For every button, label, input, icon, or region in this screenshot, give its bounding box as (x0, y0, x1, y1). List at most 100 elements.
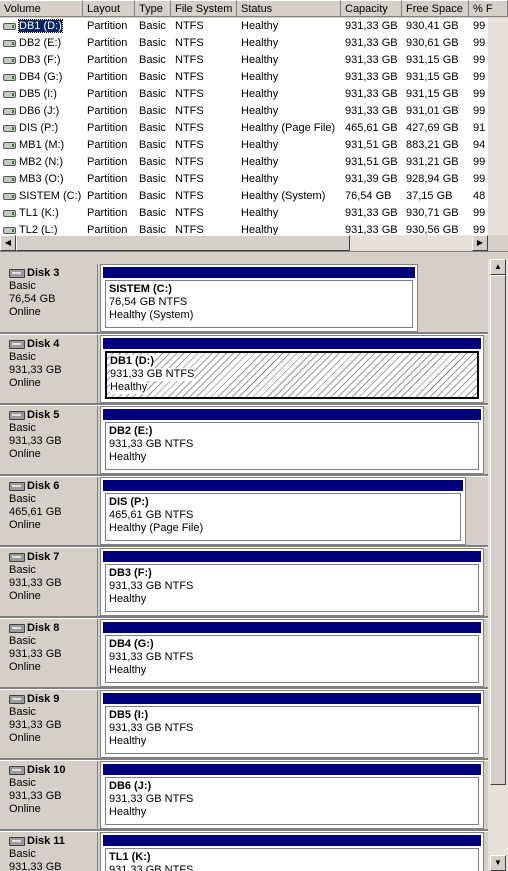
partition[interactable]: SISTEM (C:) 76,54 GB NTFS Healthy (System) (100, 264, 418, 332)
column-header-free-space[interactable]: Free Space (402, 0, 469, 17)
cell-free-space: 931,15 GB (406, 54, 459, 66)
volume-list-hscroll[interactable]: ◀ ▶ (0, 235, 488, 251)
volume-row[interactable]: DIS (P:) Partition Basic NTFS Healthy (Page … (0, 120, 488, 137)
cell-type: Basic (139, 105, 166, 117)
volume-list[interactable]: Volume Layout Type File System Status Ca… (0, 0, 508, 251)
disk-info[interactable]: Disk 6 Basic 465,61 GB Online (2, 477, 98, 545)
disk-info[interactable]: Disk 7 Basic 931,33 GB Online (2, 548, 98, 616)
cell-capacity: 76,54 GB (345, 190, 392, 202)
partition[interactable]: DB5 (I:) 931,33 GB NTFS Healthy (100, 690, 484, 758)
volume-list-header: Volume Layout Type File System Status Ca… (0, 0, 508, 18)
disk-info[interactable]: Disk 3 Basic 76,54 GB Online (2, 264, 98, 332)
arrow-left-icon[interactable]: ◀ (0, 235, 16, 251)
arrow-up-icon[interactable]: ▲ (490, 259, 506, 275)
cell-layout: Partition (87, 71, 128, 83)
volume-list-vscroll[interactable] (488, 18, 508, 235)
partition[interactable]: DB3 (F:) 931,33 GB NTFS Healthy (100, 548, 484, 616)
partition[interactable]: DIS (P:) 465,61 GB NTFS Healthy (Page File… (100, 477, 466, 545)
cell-free-space: 883,21 GB (406, 139, 459, 151)
volume-name: MB2 (N:) (19, 156, 63, 168)
disk-type: Basic (9, 635, 36, 647)
disk-row: Disk 7 Basic 931,33 GB Online DB3 (F:) 931,33… (0, 548, 488, 618)
disk-name-text: Disk 10 (27, 764, 66, 776)
cell-filesystem: NTFS (175, 54, 204, 66)
disk-info[interactable]: Disk 10 Basic 931,33 GB Online (2, 761, 98, 829)
volume-row[interactable]: DB2 (E:) Partition Basic NTFS Healthy 931,33 … (0, 35, 488, 52)
hscroll-thumb[interactable] (16, 235, 350, 251)
disk-row: Disk 11Basic931,33 GBOnlineTL1 (K:)931,3… (0, 832, 488, 871)
column-header-type[interactable]: Type (135, 0, 171, 17)
disk-type: Basic (9, 280, 36, 292)
partition[interactable]: DB6 (J:) 931,33 GB NTFS Healthy (100, 761, 484, 829)
volume-row[interactable]: DB1 (D:) Partition Basic NTFS Healthy 931,33 … (0, 18, 488, 35)
cell-type: Basic (139, 190, 166, 202)
disk-info[interactable]: Disk 5 Basic 931,33 GB Online (2, 406, 98, 474)
partition-body: DB1 (D:) 931,33 GB NTFS Healthy (105, 351, 479, 399)
disk-info[interactable]: Disk 9 Basic 931,33 GB Online (2, 690, 98, 758)
cell-capacity: 931,33 GB (345, 207, 398, 219)
cell-status: Healthy (241, 37, 279, 49)
disk-info[interactable]: Disk 8 Basic 931,33 GB Online (2, 619, 98, 687)
disk-type: Basic (9, 848, 36, 860)
volume-row[interactable]: MB2 (N:) Partition Basic NTFS Healthy 931,51 … (0, 154, 488, 171)
partition-body: DB4 (G:) 931,33 GB NTFS Healthy (105, 635, 479, 683)
disk-state: Online (9, 306, 41, 318)
partition-size: 465,61 GB NTFS (109, 509, 194, 521)
volume-row[interactable]: DB5 (I:) Partition Basic NTFS Healthy 931,33 … (0, 86, 488, 103)
volume-name: MB3 (O:) (19, 173, 64, 185)
column-header-filesystem[interactable]: File System (171, 0, 237, 17)
column-header-layout[interactable]: Layout (83, 0, 135, 17)
partition-bar (103, 835, 481, 846)
volume-row[interactable]: SISTEM (C:) Partition Basic NTFS Healthy (Sy… (0, 188, 488, 205)
cell-status: Healthy (System) (241, 190, 326, 202)
volume-row[interactable]: DB4 (G:) Partition Basic NTFS Healthy 931,33 … (0, 69, 488, 86)
cell-filesystem: NTFS (175, 156, 204, 168)
cell-layout: Partition (87, 173, 128, 185)
cell-percent-free: 99 (473, 71, 486, 83)
partition-size: 931,33 GB NTFS (110, 368, 195, 381)
disk-type: Basic (9, 777, 36, 789)
cell-volume: DB6 (J:) (0, 103, 83, 120)
partition-bar (103, 693, 481, 704)
disk-info[interactable]: Disk 4 Basic 931,33 GB Online (2, 335, 98, 403)
partition-status: Healthy (109, 806, 147, 818)
partition-body: DB2 (E:) 931,33 GB NTFS Healthy (105, 422, 479, 470)
disk-info[interactable]: Disk 11Basic931,33 GBOnline (2, 832, 98, 871)
cell-type: Basic (139, 37, 166, 49)
cell-layout: Partition (87, 54, 128, 66)
volume-row[interactable]: DB3 (F:) Partition Basic NTFS Healthy 931,33 … (0, 52, 488, 69)
column-header-capacity[interactable]: Capacity (341, 0, 402, 17)
disk-icon (9, 482, 25, 491)
partition-body: DB6 (J:) 931,33 GB NTFS Healthy (105, 777, 479, 825)
partition-label: DIS (P:) (109, 496, 149, 508)
partition-label: DB1 (D:) (110, 355, 154, 368)
volume-row[interactable]: MB1 (M:) Partition Basic NTFS Healthy 931,51 … (0, 137, 488, 154)
cell-layout: Partition (87, 190, 128, 202)
partition-bar (103, 764, 481, 775)
volume-row[interactable]: TL1 (K:) Partition Basic NTFS Healthy 931,33 … (0, 205, 488, 222)
cell-filesystem: NTFS (175, 20, 204, 32)
disk-name-text: Disk 9 (27, 693, 60, 705)
partition-bar (103, 267, 415, 278)
cell-free-space: 931,01 GB (406, 105, 459, 117)
partition[interactable]: DB4 (G:) 931,33 GB NTFS Healthy (100, 619, 484, 687)
cell-status: Healthy (241, 88, 279, 100)
arrow-right-icon[interactable]: ▶ (472, 235, 488, 251)
disk-icon (9, 411, 25, 420)
column-header-status[interactable]: Status (237, 0, 341, 17)
volume-row[interactable]: MB3 (O:) Partition Basic NTFS Healthy 931,39 … (0, 171, 488, 188)
pane-splitter[interactable] (0, 251, 508, 259)
volume-row[interactable]: DB6 (J:) Partition Basic NTFS Healthy 931,33 … (0, 103, 488, 120)
partition[interactable]: TL1 (K:)931,33 GB NTFSHealthy (100, 832, 484, 871)
partition[interactable]: DB2 (E:) 931,33 GB NTFS Healthy (100, 406, 484, 474)
column-header-volume[interactable]: Volume (0, 0, 83, 17)
vscroll-thumb[interactable] (490, 275, 506, 785)
cell-volume: DB5 (I:) (0, 86, 83, 103)
column-header-percent-free[interactable]: % F (469, 0, 508, 17)
cell-percent-free: 99 (473, 156, 486, 168)
cell-volume: MB3 (O:) (0, 171, 83, 188)
partition[interactable]: DB1 (D:) 931,33 GB NTFS Healthy (100, 335, 484, 403)
arrow-down-icon[interactable]: ▼ (490, 855, 506, 871)
disk-icon (9, 837, 25, 846)
disk-map-vscroll[interactable]: ▲ ▼ (488, 259, 508, 871)
